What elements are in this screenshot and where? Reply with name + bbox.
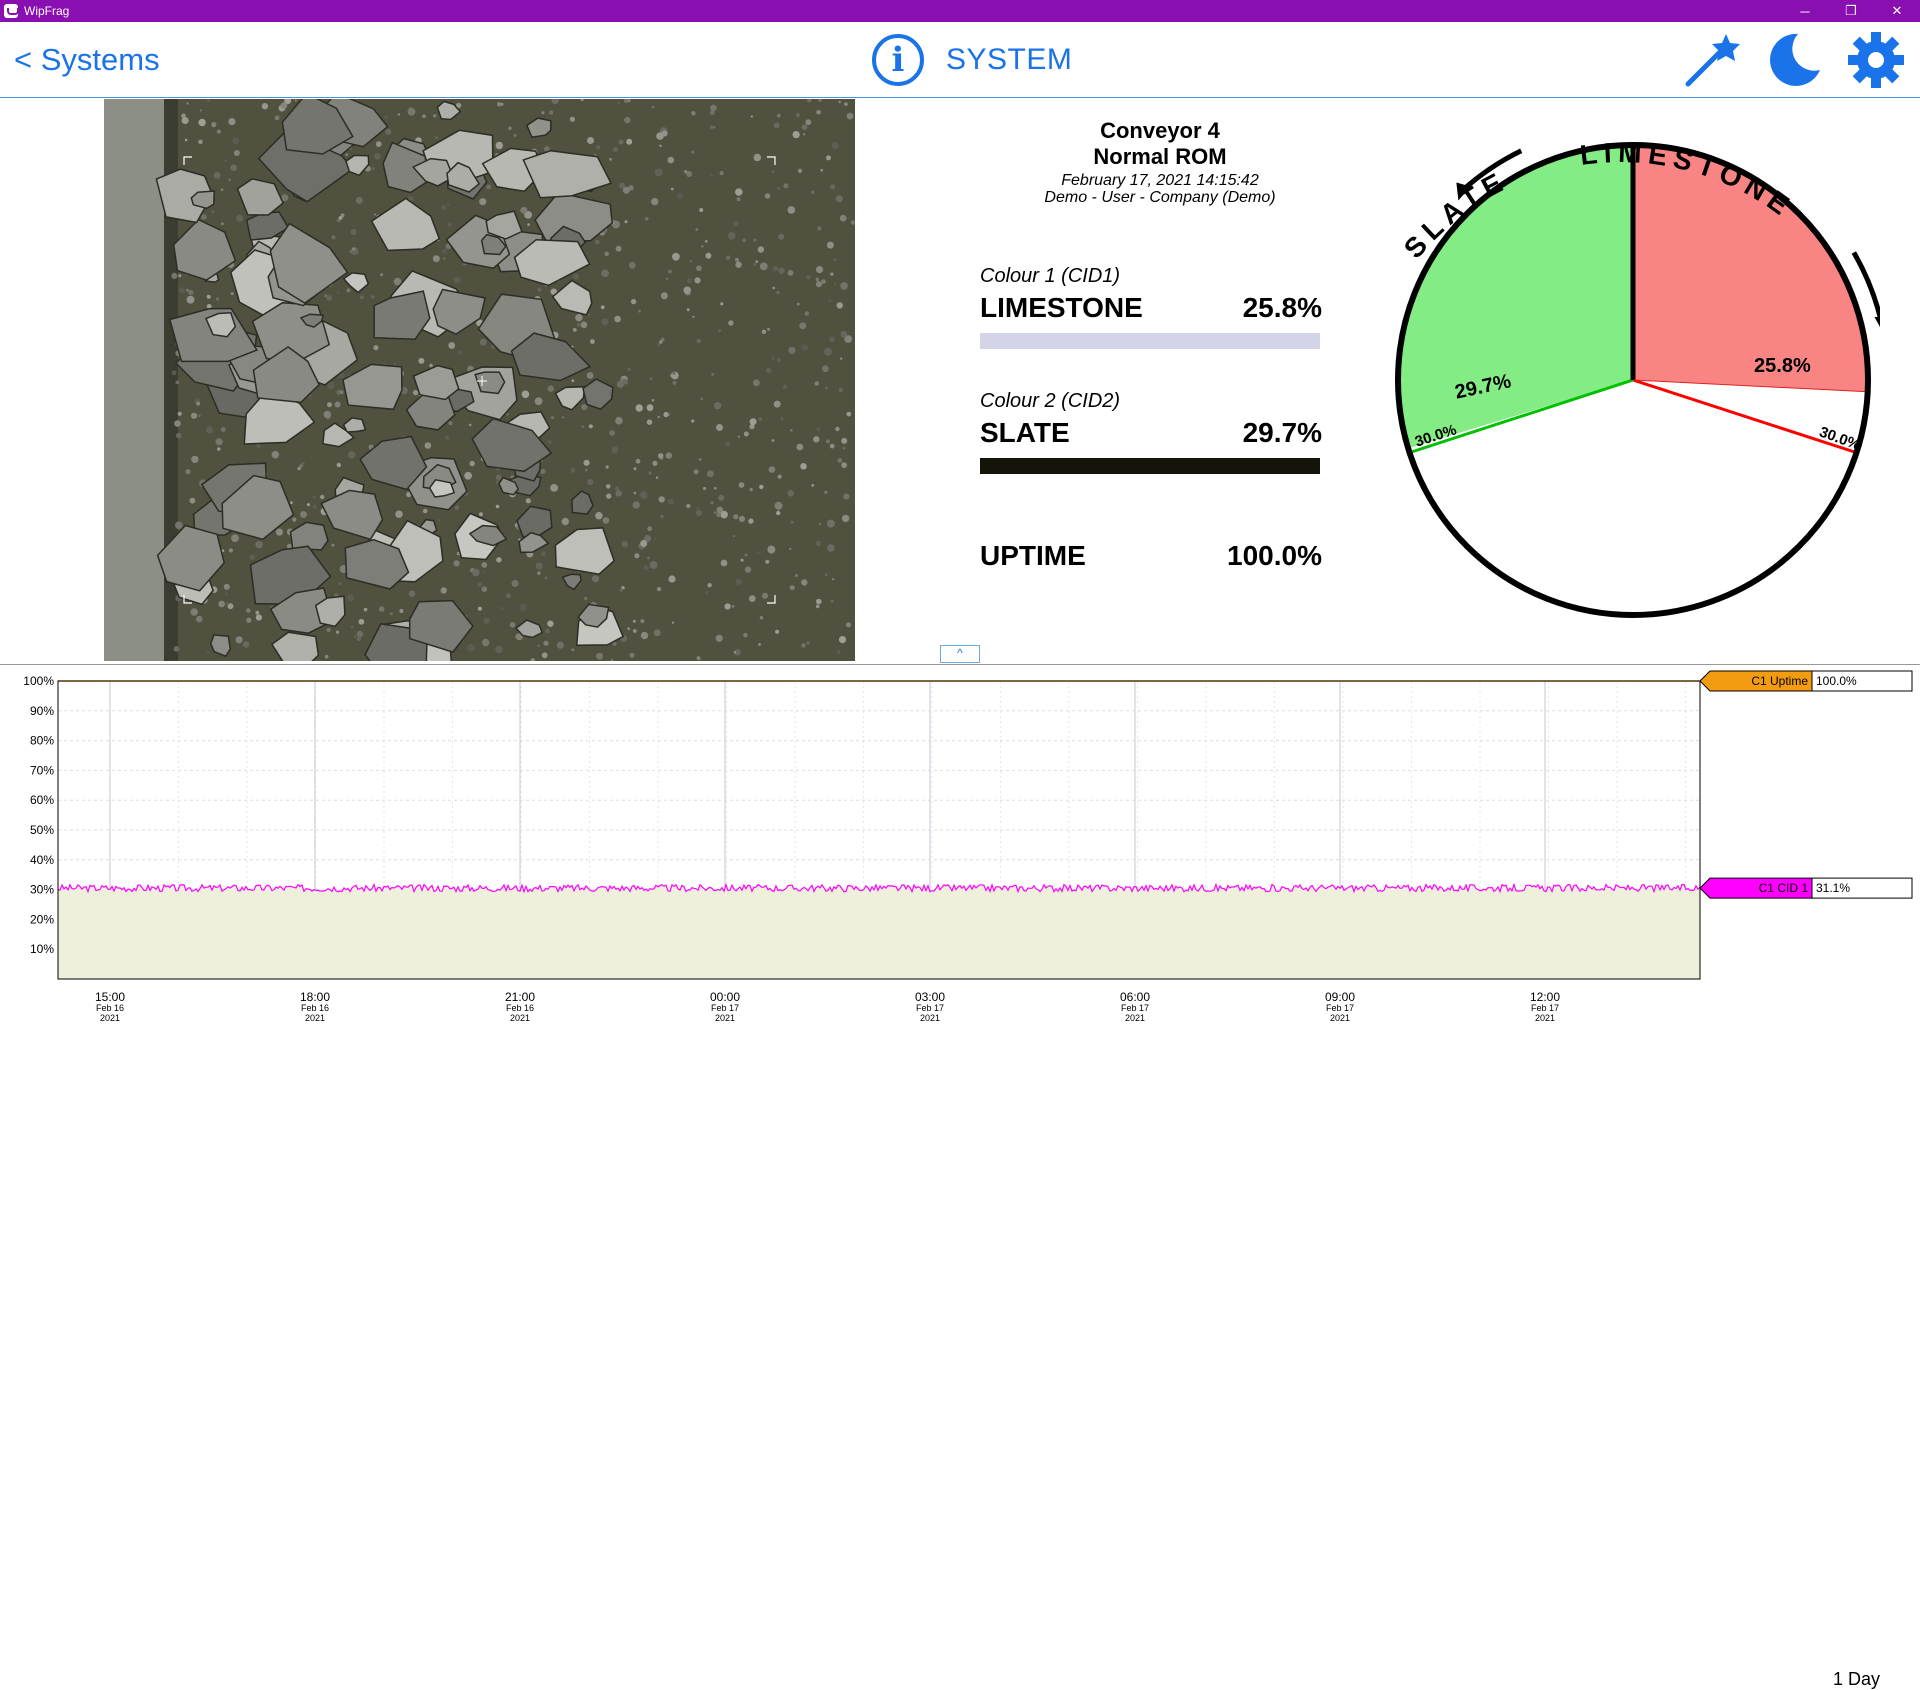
x-tick-date: Feb 16 [301, 1003, 329, 1013]
moon-icon[interactable] [1764, 30, 1824, 90]
time-range-selector[interactable]: 1 Day [1833, 1669, 1880, 1690]
colour2-label: Colour 2 (CID2) [980, 390, 1121, 412]
colour1-label: Colour 1 (CID1) [980, 265, 1121, 287]
x-tick-time: 21:00 [505, 990, 535, 1004]
x-tick-date: Feb 17 [711, 1003, 739, 1013]
series-tag[interactable]: C1 CID 1 31.1% [1699, 877, 1913, 899]
header-center: i SYSTEM [872, 32, 1072, 88]
window-titlebar: WipFrag ─ ❐ ✕ [0, 0, 1920, 22]
x-tick-date: Feb 17 [916, 1003, 944, 1013]
page-title: SYSTEM [946, 43, 1073, 76]
colour1-name: LIMESTONE [980, 292, 1143, 323]
camera-feed[interactable] [104, 99, 855, 661]
x-tick-year: 2021 [1330, 1013, 1350, 1023]
back-systems-link[interactable]: < Systems [14, 42, 160, 78]
x-tick-year: 2021 [1535, 1013, 1555, 1023]
magic-wand-icon[interactable] [1682, 30, 1742, 90]
conveyor-mode: Normal ROM [1093, 144, 1227, 169]
x-tick-year: 2021 [100, 1013, 120, 1023]
y-tick-label: 30% [30, 883, 54, 897]
colour2-name: SLATE [980, 417, 1070, 448]
conveyor-name: Conveyor 4 [1100, 118, 1220, 143]
series-tag-value: 100.0% [1816, 674, 1857, 688]
x-tick-time: 00:00 [710, 990, 740, 1004]
x-tick-date: Feb 17 [1531, 1003, 1559, 1013]
app-header: < Systems i SYSTEM [0, 22, 1920, 98]
series-tag[interactable]: C1 Uptime 100.0% [1699, 670, 1913, 692]
restore-button[interactable]: ❐ [1828, 0, 1874, 22]
slice-label-limestone: 25.8% [1754, 355, 1811, 377]
close-button[interactable]: ✕ [1874, 0, 1920, 22]
app-logo-icon [4, 4, 19, 18]
x-tick-date: Feb 16 [506, 1003, 534, 1013]
series-tag-value: 31.1% [1816, 881, 1850, 895]
window-title: WipFrag [24, 4, 70, 18]
x-tick-time: 12:00 [1530, 990, 1560, 1004]
y-tick-label: 10% [30, 942, 54, 956]
colour-gauge-chart: 25.8%29.7%30.0%30.0%SLATELIMESTONE [1395, 137, 1891, 618]
conveyor-user: Demo - User - Company (Demo) [1044, 189, 1276, 206]
minimize-button[interactable]: ─ [1782, 0, 1828, 22]
y-tick-label: 70% [30, 763, 54, 777]
x-tick-time: 09:00 [1325, 990, 1355, 1004]
x-tick-time: 03:00 [915, 990, 945, 1004]
trend-chart: 15:00 Feb 16 2021 18:00 Feb 16 2021 21:00 Feb 1… [0, 664, 1920, 1689]
x-tick-time: 15:00 [95, 990, 125, 1004]
x-tick-time: 18:00 [300, 990, 330, 1004]
cid-area-fill [58, 884, 1700, 979]
x-tick-year: 2021 [920, 1013, 940, 1023]
uptime-value: 100.0% [1227, 540, 1322, 571]
x-tick-date: Feb 17 [1326, 1003, 1354, 1013]
window-controls: ─ ❐ ✕ [1782, 0, 1920, 22]
belt-edge [104, 99, 164, 661]
conveyor-rock-image [104, 99, 855, 661]
gear-icon[interactable] [1846, 30, 1906, 90]
y-tick-label: 20% [30, 912, 54, 926]
y-tick-label: 40% [30, 853, 54, 867]
x-tick-year: 2021 [715, 1013, 735, 1023]
uptime-name: UPTIME [980, 540, 1086, 571]
conveyor-datetime: February 17, 2021 14:15:42 [1061, 172, 1259, 189]
colour2-value: 29.7% [1242, 417, 1322, 448]
y-tick-label: 90% [30, 704, 54, 718]
colour-gauge: 25.8% 29.7% 30.0% 30.0% SLATELIMESTONE [1380, 108, 1891, 628]
info-icon[interactable]: i [872, 34, 924, 86]
x-tick-year: 2021 [510, 1013, 530, 1023]
series-tag-name: C1 CID 1 [1759, 881, 1809, 895]
collapse-button[interactable]: ^ [940, 645, 980, 663]
y-tick-label: 60% [30, 793, 54, 807]
y-tick-label: 100% [23, 674, 54, 688]
colour2-bar [980, 458, 1320, 474]
x-tick-date: Feb 17 [1121, 1003, 1149, 1013]
x-tick-date: Feb 16 [96, 1003, 124, 1013]
x-tick-year: 2021 [305, 1013, 325, 1023]
y-tick-label: 50% [30, 823, 54, 837]
y-tick-label: 80% [30, 734, 54, 748]
colour1-bar [980, 333, 1320, 349]
colour1-value: 25.8% [1242, 292, 1322, 323]
trend-chart-svg: 15:00Feb 16202118:00Feb 16202121:00Feb 1… [23, 670, 1913, 1023]
x-tick-time: 06:00 [1120, 990, 1150, 1004]
series-tag-name: C1 Uptime [1751, 674, 1808, 688]
x-tick-year: 2021 [1125, 1013, 1145, 1023]
